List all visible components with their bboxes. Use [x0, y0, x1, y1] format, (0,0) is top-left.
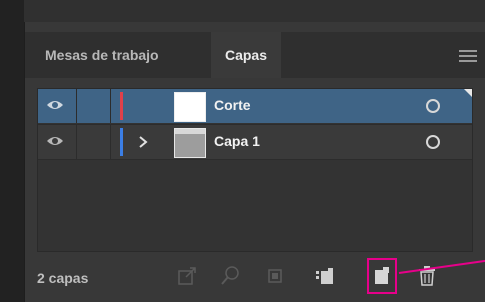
visibility-eye-icon[interactable]	[46, 98, 64, 112]
panel-footer: 2 capas	[25, 254, 485, 302]
layers-panel: Mesas de trabajo Capas Corte Capa 1 2 ca…	[24, 22, 485, 302]
window-frame	[0, 0, 24, 302]
annotation-pointer-line	[398, 259, 485, 274]
search-icon[interactable]	[219, 264, 243, 288]
tab-bar: Mesas de trabajo Capas	[25, 32, 485, 78]
layer-thumbnail	[174, 92, 206, 122]
layer-name[interactable]: Corte	[214, 97, 251, 113]
column-divider	[76, 89, 77, 123]
export-icon[interactable]	[175, 264, 199, 288]
layer-count: 2 capas	[37, 270, 89, 286]
layer-row[interactable]: Corte	[38, 89, 472, 123]
tab-artboards[interactable]: Mesas de trabajo	[45, 32, 159, 78]
layers-list: Corte Capa 1	[37, 88, 473, 252]
layer-thumbnail	[174, 128, 206, 158]
chevron-right-icon[interactable]	[136, 135, 150, 149]
target-circle-icon[interactable]	[426, 135, 440, 149]
selected-art-indicator	[464, 89, 472, 97]
layer-color-bar	[120, 128, 123, 156]
highlight-box	[367, 258, 397, 294]
clip-mask-icon[interactable]	[263, 264, 287, 288]
panel-menu-icon[interactable]	[459, 50, 477, 62]
panel-top-strip	[24, 0, 485, 23]
column-divider	[110, 125, 111, 159]
visibility-eye-icon[interactable]	[46, 134, 64, 148]
new-sublayer-icon[interactable]	[313, 264, 337, 288]
column-divider	[110, 89, 111, 123]
target-circle-icon[interactable]	[426, 99, 440, 113]
tab-layers[interactable]: Capas	[211, 32, 281, 78]
layer-color-bar	[120, 92, 123, 120]
column-divider	[76, 125, 77, 159]
layer-name[interactable]: Capa 1	[214, 133, 260, 149]
layer-row[interactable]: Capa 1	[38, 124, 472, 160]
